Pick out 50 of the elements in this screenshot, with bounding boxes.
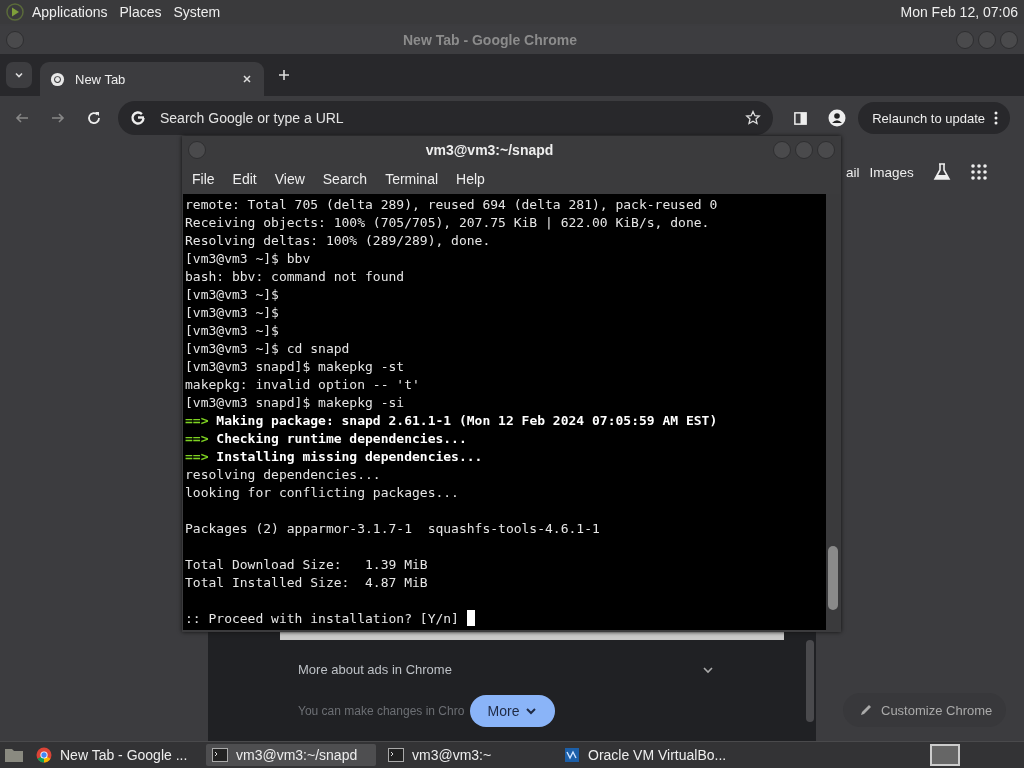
address-bar[interactable]: Search Google or type a URL <box>118 101 774 135</box>
terminal-line: Installing missing dependencies... <box>216 449 483 464</box>
arrow-marker: ==> <box>185 413 209 428</box>
terminal-line: remote: Total 705 (delta 289), reused 694 (delta 281), pack-reused 0 <box>185 196 719 214</box>
customize-chrome-button[interactable]: Customize Chrome <box>843 693 1006 727</box>
taskbar-item[interactable]: New Tab - Google ... <box>30 744 200 766</box>
relaunch-button[interactable]: Relaunch to update <box>858 102 1010 134</box>
terminal-line: resolving dependencies... <box>185 466 382 484</box>
window-title: New Tab - Google Chrome <box>402 32 578 48</box>
terminal-line: [vm3@vm3 ~]$ <box>185 286 280 304</box>
terminal-line: makepkg: invalid option -- 't' <box>185 376 421 394</box>
menu-item[interactable]: Search <box>322 171 368 187</box>
taskbar-item[interactable]: vm3@vm3:~ <box>382 744 552 766</box>
terminal-line: Making package: snapd 2.61.1-1 (Mon 12 Feb 2024 07:05:59 AM EST) <box>216 413 718 428</box>
terminal-line: Total Installed Size: 4.87 MiB <box>185 574 429 592</box>
menu-item[interactable]: View <box>274 171 305 187</box>
menu-item[interactable]: Edit <box>232 171 257 187</box>
taskbar-item[interactable]: Oracle VM VirtualBo... <box>558 744 728 766</box>
terminal-line: Total Download Size: 1.39 MiB <box>185 556 429 574</box>
panel-menu[interactable]: System <box>173 4 221 20</box>
info-text: You can make changes in Chro <box>298 704 465 718</box>
ads-row[interactable]: More about ads in Chrome <box>298 662 714 677</box>
terminal-line: [vm3@vm3 ~]$ bbv <box>185 250 312 268</box>
terminal-line: bash: bbv: command not found <box>185 268 406 286</box>
terminal-line: Resolving deltas: 100% (289/289), done. <box>185 232 492 250</box>
panel-menu[interactable]: Applications <box>32 4 108 20</box>
browser-tab[interactable]: New Tab <box>40 62 264 96</box>
menu-item[interactable]: Help <box>456 171 485 187</box>
clock[interactable]: Mon Feb 12, 07:06 <box>900 4 1018 20</box>
terminal-line: Packages (2) apparmor-3.1.7-1 squashfs-tools-4.6.1-1 <box>185 520 601 538</box>
arrow-marker: ==> <box>185 449 209 464</box>
terminal-line: Checking runtime dependencies... <box>216 431 467 446</box>
panel-menu[interactable]: Places <box>119 4 162 20</box>
terminal-line: looking for conflicting packages... <box>185 484 460 502</box>
terminal-line: :: Proceed with installation? [Y/n] <box>185 611 459 626</box>
menu-item[interactable]: File <box>192 171 215 187</box>
header-link[interactable]: ail <box>846 164 860 180</box>
window-title: vm3@vm3:~/snapd <box>424 142 555 158</box>
terminal-line: [vm3@vm3 snapd]$ makepkg -si <box>185 394 406 412</box>
menu-item[interactable]: Terminal <box>385 171 439 187</box>
terminal-line: [vm3@vm3 ~]$ <box>185 304 280 322</box>
header-link[interactable]: Images <box>869 164 914 180</box>
terminal-line: Receiving objects: 100% (705/705), 207.75 KiB | 622.00 KiB/s, done. <box>185 214 711 232</box>
terminal-line: [vm3@vm3 snapd]$ makepkg -st <box>185 358 406 376</box>
more-button[interactable]: More <box>470 695 555 727</box>
address-field[interactable]: Search Google or type a URL <box>158 109 734 127</box>
terminal-line: [vm3@vm3 ~]$ cd snapd <box>185 340 351 358</box>
taskbar-item[interactable]: vm3@vm3:~/snapd <box>206 744 376 766</box>
arrow-marker: ==> <box>185 431 209 446</box>
terminal-line: [vm3@vm3 ~]$ <box>185 322 280 340</box>
